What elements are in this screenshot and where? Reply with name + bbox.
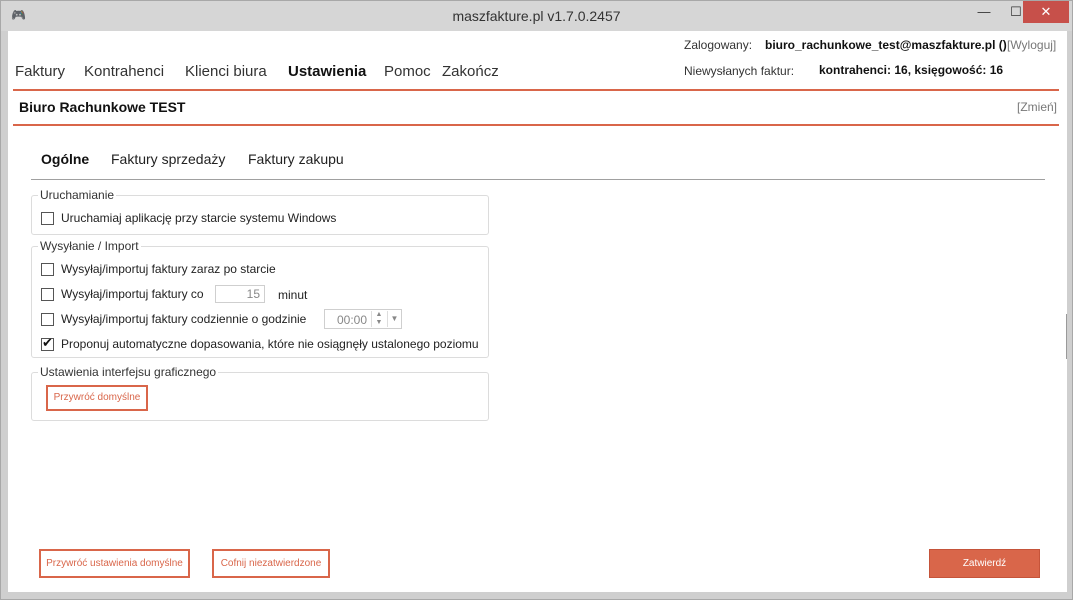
confirm-button[interactable]: Zatwierdź	[929, 549, 1040, 578]
reset-ui-button[interactable]: Przywróć domyślne	[46, 385, 148, 411]
startup-group-title: Uruchamianie	[38, 188, 117, 202]
title-bar[interactable]: 🎮 maszfakture.pl v1.7.0.2457 — ☐ ✕	[1, 1, 1072, 31]
unsent-label: Niewysłanych faktur:	[684, 64, 795, 78]
tab-faktury-sprzedazy[interactable]: Faktury sprzedaży	[111, 151, 225, 167]
send-on-start-label: Wysyłaj/importuj faktury zaraz po starci…	[61, 262, 276, 276]
run-at-startup-label: Uruchamiaj aplikację przy starcie system…	[61, 211, 337, 225]
logged-label: Zalogowany:	[684, 38, 753, 52]
chevron-down-icon[interactable]: ▼	[387, 311, 401, 327]
nav-pomoc[interactable]: Pomoc	[384, 63, 431, 80]
ui-settings-group: Ustawienia interfejsu graficznego Przywr…	[31, 365, 489, 421]
time-spinner[interactable]: ▲ ▼	[371, 311, 386, 327]
send-import-group: Wysyłanie / Import Wysyłaj/importuj fakt…	[31, 239, 489, 358]
nav-klienci-biura[interactable]: Klienci biura	[185, 63, 267, 80]
minimize-button[interactable]: —	[969, 1, 999, 23]
close-button[interactable]: ✕	[1023, 1, 1069, 23]
restore-defaults-button[interactable]: Przywróć ustawienia domyślne	[39, 549, 190, 578]
spin-up-icon[interactable]: ▲	[372, 311, 386, 319]
propose-matches-option[interactable]: Proponuj automatyczne dopasowania, które…	[41, 336, 479, 352]
nav-ustawienia[interactable]: Ustawienia	[288, 63, 366, 80]
window-title: maszfakture.pl v1.7.0.2457	[452, 8, 621, 24]
propose-matches-checkbox[interactable]	[41, 336, 54, 351]
tab-ogolne[interactable]: Ogólne	[41, 151, 89, 167]
company-name: Biuro Rachunkowe TEST	[19, 99, 186, 115]
nav-divider	[13, 89, 1059, 91]
send-import-group-title: Wysyłanie / Import	[38, 239, 141, 253]
nav-faktury[interactable]: Faktury	[15, 63, 65, 80]
daily-time-value: 00:00	[337, 313, 368, 327]
run-at-startup-checkbox[interactable]	[41, 211, 54, 225]
ui-settings-group-title: Ustawienia interfejsu graficznego	[38, 365, 219, 379]
unsent-counts: kontrahenci: 16, księgowość: 16	[819, 63, 1004, 77]
send-every-checkbox[interactable]	[41, 287, 54, 301]
app-window: 🎮 maszfakture.pl v1.7.0.2457 — ☐ ✕ Faktu…	[0, 0, 1073, 600]
interval-unit: minut	[278, 288, 308, 302]
spin-down-icon[interactable]: ▼	[372, 319, 386, 327]
nav-zakoncz[interactable]: Zakończ	[442, 63, 499, 80]
tab-faktury-zakupu[interactable]: Faktury zakupu	[248, 151, 344, 167]
change-company-link[interactable]: [Zmień]	[1017, 100, 1057, 114]
send-on-start-checkbox[interactable]	[41, 262, 54, 276]
daily-time-picker[interactable]: 00:00 ▲ ▼ ▼	[324, 309, 402, 329]
run-at-startup-option[interactable]: Uruchamiaj aplikację przy starcie system…	[41, 210, 336, 226]
logged-user: biuro_rachunkowe_test@maszfakture.pl ()	[765, 38, 1007, 52]
undo-unsaved-button[interactable]: Cofnij niezatwierdzone	[212, 549, 330, 578]
send-daily-label: Wysyłaj/importuj faktury codziennie o go…	[61, 312, 307, 326]
company-divider	[13, 124, 1059, 126]
logout-link[interactable]: [Wyloguj]	[1007, 38, 1056, 52]
send-every-label: Wysyłaj/importuj faktury co	[61, 287, 204, 301]
client-area: Faktury Kontrahenci Klienci biura Ustawi…	[8, 31, 1067, 592]
send-on-start-option[interactable]: Wysyłaj/importuj faktury zaraz po starci…	[41, 261, 276, 277]
tabs-underline	[31, 179, 1045, 180]
startup-group: Uruchamianie Uruchamiaj aplikację przy s…	[31, 188, 489, 235]
send-daily-checkbox[interactable]	[41, 312, 54, 326]
propose-matches-label: Proponuj automatyczne dopasowania, które…	[61, 337, 479, 351]
send-daily-option[interactable]: Wysyłaj/importuj faktury codziennie o go…	[41, 311, 306, 327]
send-every-option[interactable]: Wysyłaj/importuj faktury co	[41, 286, 204, 302]
nav-kontrahenci[interactable]: Kontrahenci	[84, 63, 164, 80]
scrollbar-track[interactable]	[1066, 314, 1067, 359]
interval-minutes-input[interactable]: 15	[215, 285, 265, 303]
